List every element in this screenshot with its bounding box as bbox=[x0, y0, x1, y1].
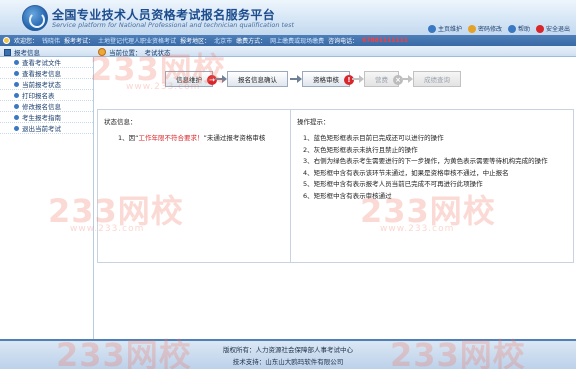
site-logo-icon bbox=[22, 5, 48, 31]
sidebar-item-view-info[interactable]: 查看报考信息 bbox=[0, 68, 93, 79]
tips-panel: 操作提示： 1、蓝色矩形框表示目前已完成还可以进行的操作 2、灰色矩形框表示未执… bbox=[291, 110, 573, 262]
status-message: 1、因“工作年限不符合要求！”未通过报考资格审核 bbox=[104, 133, 284, 144]
link-help-label: 帮助 bbox=[517, 26, 530, 33]
status-highlight: 工作年限不符合要求！ bbox=[138, 134, 204, 142]
status-panel-title: 状态信息： bbox=[104, 118, 137, 126]
site-subtitle: Service platform for National Profession… bbox=[52, 21, 295, 29]
step-label: 报名信息确认 bbox=[238, 76, 277, 84]
tip-item: 6、矩形框中含有表示审核通过 bbox=[303, 191, 392, 200]
tip-item: 4、矩形框中含有表示该环节未通过，如果是资格审核不通过，中止报名 bbox=[303, 168, 509, 177]
phone-label: 咨询电话： bbox=[328, 38, 359, 45]
info-panels: 状态信息： 1、因“工作年限不符合要求！”未通过报考资格审核 操作提示： 1、蓝… bbox=[97, 109, 574, 263]
tip-item: 1、蓝色矩形框表示目前已完成还可以进行的操作 bbox=[303, 134, 444, 142]
sidebar-item-label: 退出当前考试 bbox=[22, 125, 61, 133]
help-icon bbox=[507, 24, 516, 33]
user-info-bar: 欢迎您： 钱晓伟 报考考试： 土地登记代理人职业资格考试 报考地区： 北京市 缴… bbox=[0, 35, 576, 46]
region-label: 报考地区： bbox=[180, 38, 211, 45]
logout-icon bbox=[535, 24, 544, 33]
breadcrumb: 当前位置： 考试状态 bbox=[98, 47, 171, 57]
status-panel: 状态信息： 1、因“工作年限不符合要求！”未通过报考资格审核 bbox=[98, 110, 291, 262]
sidebar-item-print[interactable]: 打印报名表 bbox=[0, 90, 93, 101]
bullet-icon bbox=[14, 81, 19, 87]
sidebar-item-label: 查看考试文件 bbox=[22, 59, 61, 67]
sidebar-item-view-files[interactable]: 查看考试文件 bbox=[0, 57, 93, 68]
sidebar-item-label: 查看报考信息 bbox=[22, 70, 61, 78]
home-icon bbox=[427, 24, 436, 33]
sidebar-item-label: 当前报考状态 bbox=[22, 81, 61, 89]
step-label: 资格审核 bbox=[313, 76, 339, 84]
breadcrumb-prefix: 当前位置： bbox=[109, 49, 142, 57]
key-icon bbox=[467, 24, 476, 33]
sidebar: 查看考试文件 查看报考信息 当前报考状态 打印报名表 修改报名信息 考生报考指南… bbox=[0, 57, 94, 339]
tab-row: 报考信息 当前位置： 考试状态 bbox=[0, 46, 576, 57]
tip-item: 2、灰色矩形框表示未执行且禁止的操作 bbox=[303, 145, 418, 154]
sidebar-item-label: 修改报名信息 bbox=[22, 103, 61, 111]
main-content: 信息维护 → 报名信息确认 资格审核 ! 营费 × 成绩查询 状态信息： 1、因… bbox=[95, 57, 576, 339]
link-home[interactable]: 主页维护 bbox=[427, 24, 462, 33]
folder-icon bbox=[4, 48, 11, 56]
step-arrow-icon bbox=[399, 71, 413, 87]
user-icon bbox=[3, 37, 10, 44]
bullet-icon bbox=[14, 59, 19, 65]
bullet-icon bbox=[14, 70, 19, 76]
welcome-value: 钱晓伟 bbox=[42, 38, 61, 45]
sidebar-item-edit[interactable]: 修改报名信息 bbox=[0, 101, 93, 112]
tip-item: 5、矩形框中含有表示报考人员当前已完成不可再进行此项操作 bbox=[303, 180, 483, 188]
footer-support: 技术支持：山东山大鸥玛软件有限公司 bbox=[232, 358, 344, 366]
sidebar-item-status[interactable]: 当前报考状态 bbox=[0, 79, 93, 90]
welcome-label: 欢迎您： bbox=[14, 38, 39, 45]
fee-value: 网上缴费或现场缴费 bbox=[270, 38, 325, 45]
link-logout-label: 安全退出 bbox=[545, 26, 570, 33]
location-icon bbox=[98, 48, 106, 56]
exam-label: 报考考试： bbox=[64, 38, 95, 45]
step-label: 营费 bbox=[375, 76, 388, 84]
step-arrow-icon bbox=[350, 71, 364, 87]
header-banner: 全国专业技术人员资格考试报名服务平台 Service platform for … bbox=[0, 0, 576, 35]
tips-panel-title: 操作提示： bbox=[297, 118, 330, 126]
status-suffix: ”未通过报考资格审核 bbox=[203, 134, 266, 142]
step-arrow-icon bbox=[288, 71, 302, 87]
link-logout[interactable]: 安全退出 bbox=[535, 24, 570, 33]
tip-item: 3、右侧为绿色表示考生需要进行的下一步操作，为黄色表示需要等待机构完成的操作 bbox=[303, 157, 548, 165]
step-info-confirm[interactable]: 报名信息确认 bbox=[227, 71, 288, 87]
link-help[interactable]: 帮助 bbox=[507, 24, 530, 33]
step-qualification-review[interactable]: 资格审核 ! bbox=[302, 71, 354, 87]
bullet-icon bbox=[14, 114, 19, 120]
top-links: 主页维护 密码修改 帮助 安全退出 bbox=[427, 24, 570, 33]
fee-label: 缴费方式： bbox=[236, 38, 267, 45]
link-password-label: 密码修改 bbox=[477, 26, 502, 33]
step-score-query: 成绩查询 bbox=[413, 71, 461, 87]
link-password[interactable]: 密码修改 bbox=[467, 24, 502, 33]
breadcrumb-current: 考试状态 bbox=[144, 49, 171, 57]
footer-copyright: 版权所有：人力资源社会保障部人事考试中心 bbox=[223, 346, 353, 354]
bullet-icon bbox=[14, 103, 19, 109]
status-prefix: 1、因“ bbox=[118, 134, 139, 142]
tab-exam-info[interactable]: 报考信息 bbox=[4, 47, 40, 57]
exam-value: 土地登记代理人职业资格考试 bbox=[98, 38, 177, 45]
tab-exam-info-label: 报考信息 bbox=[14, 49, 40, 57]
sidebar-item-label: 考生报考指南 bbox=[22, 114, 61, 122]
phone-value: 67881111111 bbox=[362, 37, 409, 44]
step-info-maintenance[interactable]: 信息维护 → bbox=[165, 71, 217, 87]
step-arrow-icon bbox=[213, 71, 227, 87]
footer: 版权所有：人力资源社会保障部人事考试中心 技术支持：山东山大鸥玛软件有限公司 bbox=[0, 339, 576, 369]
step-label: 成绩查询 bbox=[424, 76, 450, 84]
step-label: 信息维护 bbox=[176, 76, 202, 84]
region-value: 北京市 bbox=[214, 38, 233, 45]
progress-steps: 信息维护 → 报名信息确认 资格审核 ! 营费 × 成绩查询 bbox=[165, 71, 461, 87]
sidebar-item-label: 打印报名表 bbox=[22, 92, 55, 100]
sidebar-item-guide[interactable]: 考生报考指南 bbox=[0, 112, 93, 123]
sidebar-item-exit[interactable]: 退出当前考试 bbox=[0, 123, 93, 134]
step-payment: 营费 × bbox=[364, 71, 403, 87]
link-home-label: 主页维护 bbox=[437, 26, 462, 33]
bullet-icon bbox=[14, 92, 19, 98]
bullet-icon bbox=[14, 125, 19, 131]
